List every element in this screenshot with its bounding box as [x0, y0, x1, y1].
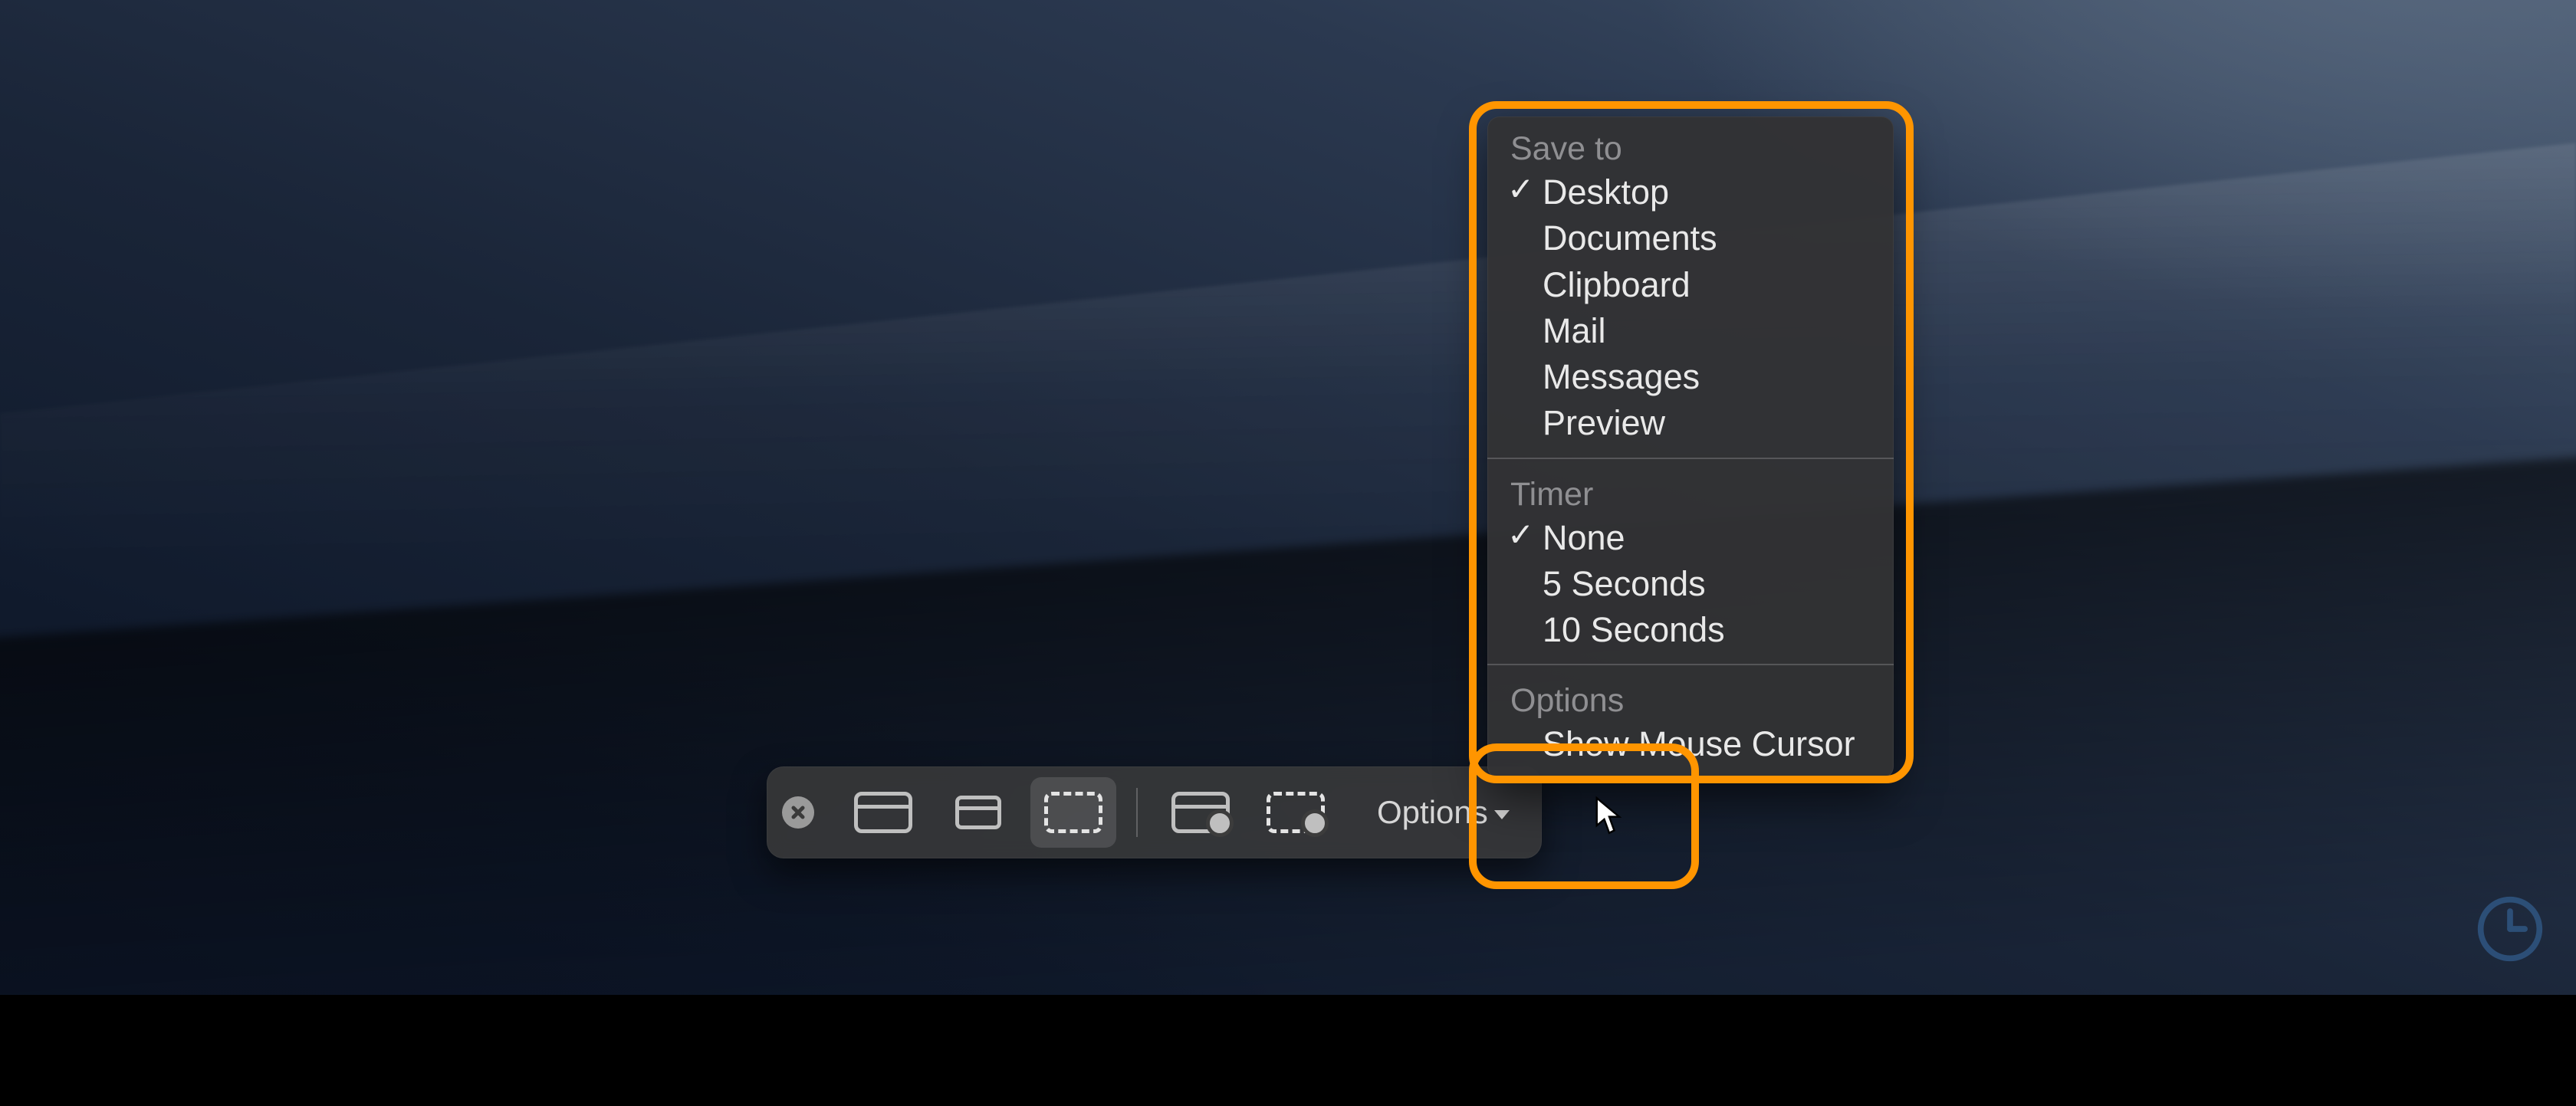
menu-item-save-clipboard[interactable]: Clipboard: [1487, 262, 1894, 308]
menu-divider: [1487, 664, 1894, 665]
screen-record-icon: [1171, 792, 1230, 833]
menu-item-save-preview[interactable]: Preview: [1487, 400, 1894, 446]
record-selected-portion-button[interactable]: [1253, 777, 1339, 848]
menu-item-save-mail[interactable]: Mail: [1487, 308, 1894, 354]
record-badge-icon: [1301, 809, 1329, 837]
menu-item-label: Documents: [1543, 218, 1717, 258]
menu-item-label: Mail: [1543, 311, 1606, 350]
menu-item-save-documents[interactable]: Documents: [1487, 215, 1894, 261]
capture-entire-screen-button[interactable]: [840, 777, 926, 848]
menu-item-timer-5s[interactable]: 5 Seconds: [1487, 561, 1894, 607]
menu-item-label: 10 Seconds: [1543, 610, 1725, 649]
close-icon[interactable]: [782, 796, 814, 829]
window-icon: [955, 796, 1001, 829]
selection-record-icon: [1267, 792, 1325, 833]
menu-divider: [1487, 458, 1894, 459]
selection-icon: [1044, 792, 1102, 833]
screen-icon: [854, 792, 912, 833]
menu-item-label: Show Mouse Cursor: [1543, 724, 1855, 763]
menu-item-label: Preview: [1543, 403, 1665, 442]
record-entire-screen-button[interactable]: [1158, 777, 1244, 848]
options-label: Options: [1377, 794, 1488, 831]
menu-item-label: Clipboard: [1543, 265, 1691, 304]
menu-item-save-desktop[interactable]: Desktop: [1487, 169, 1894, 215]
record-badge-icon: [1206, 809, 1234, 837]
menu-item-label: None: [1543, 518, 1625, 557]
screenshot-toolbar: Options: [767, 766, 1542, 858]
menu-item-label: 5 Seconds: [1543, 564, 1706, 603]
chevron-down-icon: [1494, 810, 1510, 819]
capture-selected-portion-button[interactable]: [1030, 777, 1116, 848]
toolbar-separator: [1136, 788, 1138, 837]
menu-item-label: Messages: [1543, 357, 1700, 396]
menu-item-timer-none[interactable]: None: [1487, 515, 1894, 561]
menu-section-title: Options: [1487, 676, 1894, 721]
menu-section-title: Save to: [1487, 124, 1894, 169]
menu-item-timer-10s[interactable]: 10 Seconds: [1487, 607, 1894, 653]
menu-item-label: Desktop: [1543, 172, 1669, 212]
watch-later-icon[interactable]: [2475, 894, 2545, 964]
options-button[interactable]: Options: [1366, 779, 1520, 846]
options-menu: Save to Desktop Documents Clipboard Mail…: [1487, 117, 1894, 779]
menu-item-save-messages[interactable]: Messages: [1487, 354, 1894, 400]
menu-item-show-mouse-cursor[interactable]: Show Mouse Cursor: [1487, 721, 1894, 767]
capture-selected-window-button[interactable]: [935, 777, 1021, 848]
menu-section-title: Timer: [1487, 470, 1894, 515]
